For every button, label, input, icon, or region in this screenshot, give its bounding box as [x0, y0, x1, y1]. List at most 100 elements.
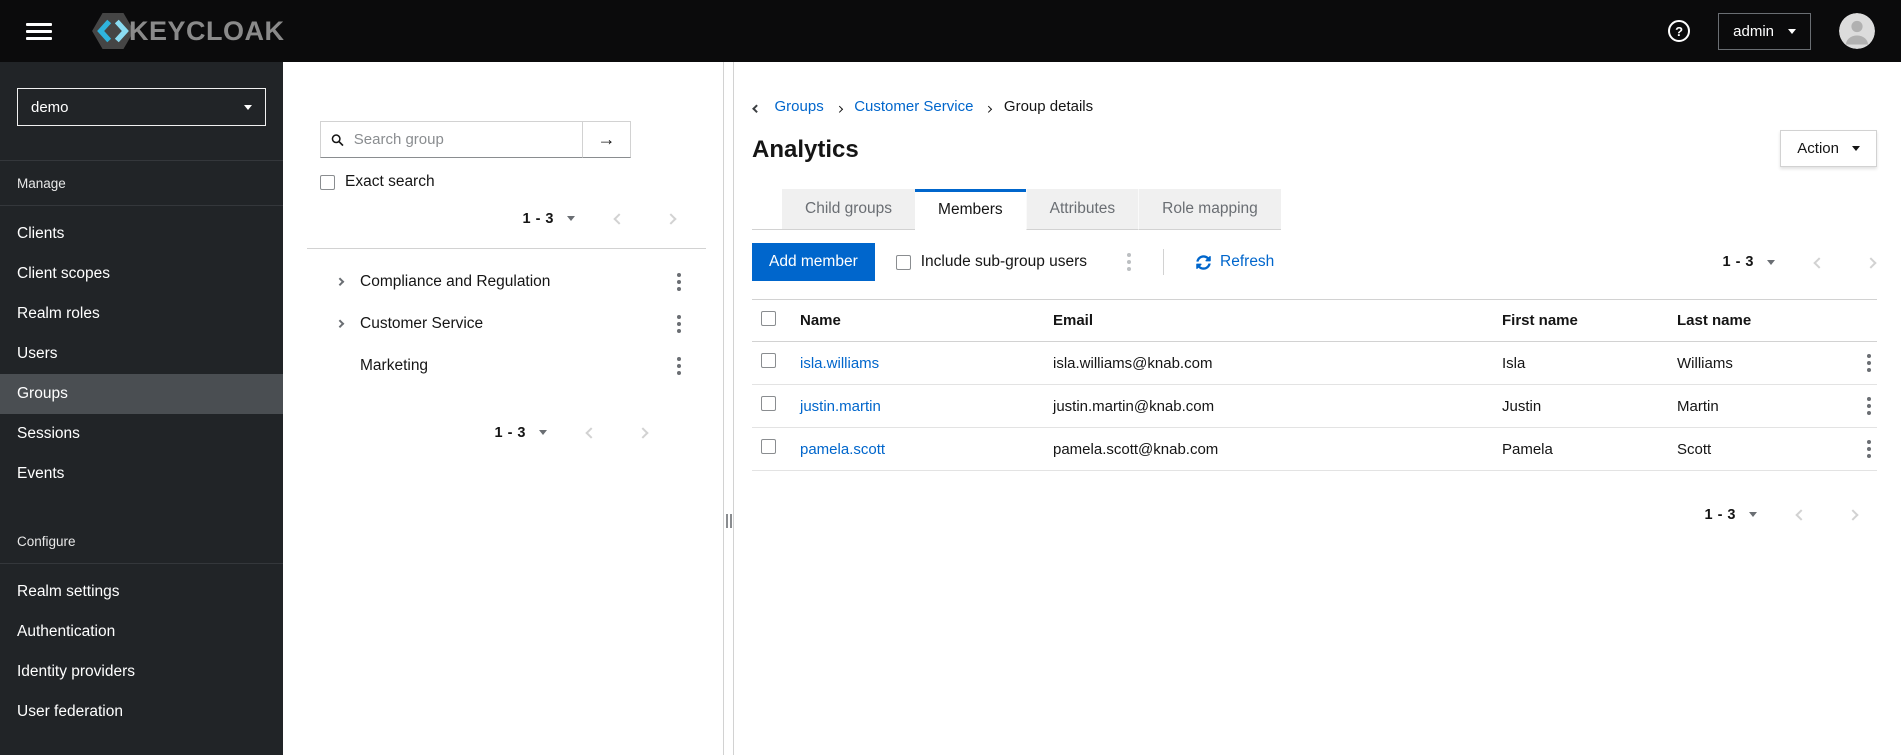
sidebar-item-sessions[interactable]: Sessions [0, 414, 283, 454]
pagination-label[interactable]: 1 - 3 [494, 425, 526, 441]
group-label[interactable]: Customer Service [360, 315, 483, 333]
avatar[interactable] [1839, 13, 1875, 49]
nav-section-configure: Configure [17, 534, 76, 549]
member-name-link[interactable]: isla.williams [800, 355, 1053, 372]
tab-attributes[interactable]: Attributes [1025, 189, 1139, 230]
caret-down-icon[interactable] [567, 216, 575, 221]
chevron-left-icon [1795, 509, 1807, 521]
kebab-menu-button[interactable] [671, 311, 687, 337]
search-group-input[interactable] [351, 130, 572, 149]
group-tree-item-marketing[interactable]: Marketing [320, 345, 723, 387]
cell-last-name: Williams [1677, 354, 1733, 372]
sidebar-item-realm-roles[interactable]: Realm roles [0, 294, 283, 334]
expand-toggle-button[interactable] [330, 278, 350, 286]
pagination-label[interactable]: 1 - 3 [522, 211, 554, 227]
breadcrumb-separator-icon [985, 98, 992, 115]
pagination-label[interactable]: 1 - 3 [1722, 254, 1754, 270]
realm-selector[interactable]: demo [17, 88, 266, 126]
chevron-left-icon [613, 213, 625, 225]
breadcrumb-back-button[interactable] [752, 99, 762, 114]
pagination-prev-button[interactable] [613, 209, 625, 228]
pagination-label[interactable]: 1 - 3 [1704, 507, 1736, 523]
caret-down-icon[interactable] [539, 430, 547, 435]
chevron-right-icon [1847, 509, 1859, 521]
sidebar-item-authentication[interactable]: Authentication [0, 612, 283, 652]
group-label[interactable]: Marketing [360, 357, 428, 375]
table-row: isla.williams isla.williams@knab.com Isl… [752, 342, 1877, 385]
expand-toggle-button[interactable] [330, 320, 350, 328]
group-label[interactable]: Compliance and Regulation [360, 273, 550, 291]
pagination-next-button[interactable] [1865, 253, 1877, 272]
breadcrumb-link-customer-service[interactable]: Customer Service [854, 98, 973, 115]
pagination-prev-button[interactable] [585, 423, 597, 442]
add-member-button[interactable]: Add member [752, 243, 875, 281]
members-toolbar: Add member Include sub-group users Refre… [752, 243, 1877, 281]
pagination-next-button[interactable] [637, 423, 649, 442]
pagination-prev-button[interactable] [1813, 253, 1825, 272]
group-tree-item-customer-service[interactable]: Customer Service [320, 303, 723, 345]
row-kebab-menu-button[interactable] [1861, 393, 1877, 419]
row-checkbox[interactable] [761, 353, 776, 368]
include-subgroups-checkbox[interactable] [895, 254, 911, 270]
members-pagination-bottom: 1 - 3 [752, 505, 1877, 524]
kebab-icon [1867, 397, 1871, 401]
nav-section-manage: Manage [17, 176, 66, 191]
refresh-button[interactable]: Refresh [1190, 252, 1280, 272]
user-menu-button[interactable]: admin [1718, 12, 1811, 50]
sidebar-item-realm-settings[interactable]: Realm settings [0, 572, 283, 612]
member-name-link[interactable]: pamela.scott [800, 441, 1053, 458]
kebab-icon [1127, 253, 1132, 257]
tab-child-groups[interactable]: Child groups [782, 189, 916, 230]
tab-members[interactable]: Members [915, 189, 1026, 230]
table-header-row: Name Email First name Last name [752, 299, 1877, 342]
tab-role-mapping[interactable]: Role mapping [1138, 189, 1281, 230]
caret-down-icon[interactable] [1767, 259, 1775, 265]
breadcrumb-link-groups[interactable]: Groups [775, 98, 824, 115]
cell-first-name: Pamela [1502, 440, 1553, 458]
include-subgroups-label: Include sub-group users [920, 253, 1088, 270]
chevron-right-icon [336, 278, 344, 286]
caret-down-icon[interactable] [1749, 512, 1757, 517]
exact-search-checkbox[interactable] [320, 174, 335, 190]
row-checkbox[interactable] [761, 439, 776, 454]
search-submit-button[interactable]: → [582, 121, 631, 158]
exact-search-label: Exact search [345, 173, 435, 190]
groups-pagination-bottom: 1 - 3 [320, 423, 723, 442]
row-kebab-menu-button[interactable] [1861, 350, 1877, 376]
help-icon[interactable]: ? [1668, 20, 1691, 42]
sidebar-item-events[interactable]: Events [0, 454, 283, 494]
search-box [320, 121, 582, 158]
panel-resizer[interactable] [724, 62, 734, 755]
hamburger-menu-icon[interactable] [26, 22, 52, 40]
sidebar-item-identity-providers[interactable]: Identity providers [0, 652, 283, 692]
kebab-menu-button[interactable] [1121, 249, 1137, 275]
column-header-email: Email [1053, 312, 1094, 329]
select-all-checkbox[interactable] [761, 310, 776, 326]
row-kebab-menu-button[interactable] [1861, 436, 1877, 462]
cell-email: justin.martin@knab.com [1053, 397, 1215, 415]
kebab-menu-button[interactable] [671, 353, 687, 379]
kebab-menu-button[interactable] [671, 269, 687, 295]
sidebar-item-user-federation[interactable]: User federation [0, 692, 283, 732]
pagination-next-button[interactable] [665, 209, 677, 228]
sidebar-item-clients[interactable]: Clients [0, 214, 283, 254]
breadcrumb-current: Group details [1003, 98, 1094, 115]
members-table: Name Email First name Last name isla.wil… [752, 299, 1877, 471]
kebab-icon [677, 273, 681, 277]
pagination-next-button[interactable] [1847, 505, 1859, 524]
search-icon [331, 133, 344, 146]
tabs: Child groups Members Attributes Role map… [752, 189, 1281, 230]
sidebar-item-groups[interactable]: Groups [0, 374, 283, 414]
action-dropdown-button[interactable]: Action [1780, 130, 1877, 167]
group-tree: Compliance and Regulation Customer Servi… [320, 261, 723, 387]
refresh-icon [1196, 254, 1211, 270]
row-checkbox[interactable] [761, 396, 776, 411]
keycloak-logo[interactable]: KEYCLOAK [92, 12, 285, 50]
sidebar-item-client-scopes[interactable]: Client scopes [0, 254, 283, 294]
member-name-link[interactable]: justin.martin [800, 398, 1053, 415]
masthead: KEYCLOAK ? admin [0, 0, 1901, 62]
sidebar-item-users[interactable]: Users [0, 334, 283, 374]
pagination-prev-button[interactable] [1795, 505, 1807, 524]
group-tree-item-compliance-and-regulation[interactable]: Compliance and Regulation [320, 261, 723, 303]
caret-down-icon [1852, 146, 1860, 151]
